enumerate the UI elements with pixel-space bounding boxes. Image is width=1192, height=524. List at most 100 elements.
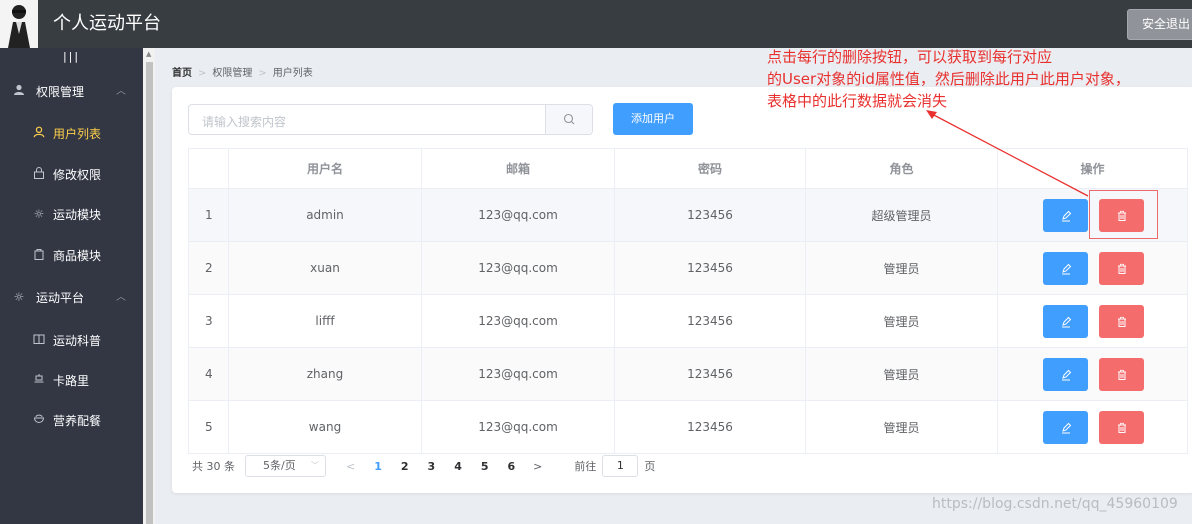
username-cell: wang — [229, 401, 422, 453]
annotation-line: 点击每行的删除按钮，可以获取到每行对应 — [767, 48, 1053, 66]
menu-item-label: 运动科普 — [53, 334, 102, 348]
role-cell: 管理员 — [806, 242, 998, 294]
chevron-up-icon: ︿ — [116, 86, 126, 97]
row-index: 1 — [189, 189, 229, 241]
user-icon — [12, 84, 26, 98]
role-cell: 管理员 — [806, 348, 998, 400]
role-cell: 管理员 — [806, 401, 998, 453]
menu-item-label: 运动模块 — [53, 208, 102, 222]
menu-item-label: 商品模块 — [53, 249, 102, 263]
goto-label: 前往 — [574, 460, 597, 473]
food-icon — [32, 373, 46, 387]
pagination: 共 30 条 5条/页 ﹀ < 1 2 3 4 5 6 > 前往 1 页 — [192, 455, 655, 477]
page-number[interactable]: 4 — [454, 460, 462, 473]
edit-button[interactable] — [1043, 411, 1088, 444]
delete-button[interactable] — [1099, 305, 1144, 338]
menu-group-label: 运动平台 — [36, 291, 85, 305]
annotation-line: 的User对象的id属性值，然后删除此用户此用户对象， — [767, 70, 1130, 88]
page-number[interactable]: 2 — [401, 460, 409, 473]
menu-item-goods-module[interactable]: 商品模块 — [0, 236, 143, 276]
sidebar-toggle[interactable]: ||| — [0, 48, 143, 70]
add-user-button[interactable]: 添加用户 — [613, 103, 693, 135]
trash-icon — [1117, 369, 1126, 380]
menu-item-nutrition[interactable]: 营养配餐 — [0, 401, 143, 441]
delete-button[interactable] — [1099, 358, 1144, 391]
scroll-up-arrow-icon[interactable]: ▲ — [146, 50, 151, 58]
next-page-icon[interactable]: > — [533, 460, 542, 473]
role-cell: 管理员 — [806, 295, 998, 347]
goods-icon — [32, 248, 46, 262]
trash-icon — [1117, 316, 1126, 327]
menu-group-permissions[interactable]: 权限管理 ︿ — [0, 72, 143, 112]
username-cell: admin — [229, 189, 422, 241]
chevron-down-icon: ﹀ — [311, 461, 319, 470]
trash-icon — [1117, 422, 1126, 433]
page-number[interactable]: 3 — [428, 460, 436, 473]
menu-item-sport-science[interactable]: 运动科普 — [0, 321, 143, 361]
email-cell: 123@qq.com — [422, 189, 615, 241]
breadcrumb-separator-icon: > — [198, 68, 207, 79]
column-header: 密码 — [615, 149, 806, 188]
menu-item-label: 卡路里 — [53, 374, 90, 388]
scrollbar-thumb[interactable] — [146, 62, 153, 524]
edit-icon — [1061, 369, 1071, 380]
page-number[interactable]: 6 — [508, 460, 516, 473]
table-row: 3 lifff 123@qq.com 123456 管理员 — [189, 295, 1187, 348]
email-cell: 123@qq.com — [422, 295, 615, 347]
edit-icon — [1061, 316, 1071, 327]
table-row: 4 zhang 123@qq.com 123456 管理员 — [189, 348, 1187, 401]
menu-item-user-list[interactable]: 用户列表 — [0, 114, 143, 154]
edit-button[interactable] — [1043, 305, 1088, 338]
user-table: 用户名 邮箱 密码 角色 操作 1 admin 123@qq.com 12345… — [188, 148, 1188, 454]
username-cell: lifff — [229, 295, 422, 347]
menu-item-label: 用户列表 — [53, 127, 102, 141]
user-outline-icon — [32, 126, 46, 140]
search-icon — [563, 113, 575, 125]
watermark: https://blog.csdn.net/qq_45960109 — [932, 496, 1178, 512]
app-title: 个人运动平台 — [53, 13, 161, 34]
breadcrumb-home[interactable]: 首页 — [172, 68, 192, 79]
username-cell: zhang — [229, 348, 422, 400]
delete-highlight-box — [1089, 190, 1158, 239]
column-header: 操作 — [1080, 162, 1105, 176]
lock-icon — [32, 167, 46, 181]
email-cell: 123@qq.com — [422, 242, 615, 294]
menu-item-calorie[interactable]: 卡路里 — [0, 361, 143, 401]
prev-page-icon[interactable]: < — [346, 460, 355, 473]
menu-item-modify-permission[interactable]: 修改权限 — [0, 155, 143, 195]
table-row: 1 admin 123@qq.com 123456 超级管理员 — [189, 189, 1187, 242]
menu-group-sport-platform[interactable]: ☼ 运动平台 ︿ — [0, 278, 143, 318]
breadcrumb-item: 用户列表 — [272, 68, 313, 79]
menu-item-sport-module[interactable]: ☼ 运动模块 — [0, 195, 143, 235]
annotation-text: 点击每行的删除按钮，可以获取到每行对应 的User对象的id属性值，然后删除此用… — [767, 46, 1130, 112]
logout-button[interactable]: 安全退出 — [1127, 9, 1192, 40]
search-input[interactable]: 请输入搜索内容 — [202, 113, 286, 130]
search-button[interactable] — [545, 105, 592, 134]
actions-cell — [998, 401, 1187, 453]
top-header: 个人运动平台 安全退出 — [0, 0, 1192, 48]
edit-button[interactable] — [1043, 252, 1088, 285]
breadcrumb-separator-icon: > — [258, 68, 267, 79]
column-header: 用户名 — [229, 149, 422, 188]
goto-unit: 页 — [644, 460, 656, 473]
table-header-row: 用户名 邮箱 密码 角色 操作 — [189, 149, 1187, 189]
breadcrumb-item: 权限管理 — [212, 68, 253, 79]
sidebar: ||| 权限管理 ︿ 用户列表 修改权限 ☼ 运动模块 商品模块 ☼ 运动平台 … — [0, 48, 143, 524]
table-row: 5 wang 123@qq.com 123456 管理员 — [189, 401, 1187, 454]
page-number[interactable]: 1 — [374, 460, 382, 473]
search-box[interactable]: 请输入搜索内容 — [188, 104, 593, 135]
delete-button[interactable] — [1099, 411, 1144, 444]
delete-button[interactable] — [1099, 252, 1144, 285]
edit-button[interactable] — [1043, 358, 1088, 391]
menu-item-label: 营养配餐 — [53, 414, 102, 428]
annotation-line: 表格中的此行数据就会消失 — [767, 92, 948, 110]
page-size-select[interactable]: 5条/页 ﹀ — [245, 455, 326, 477]
email-cell: 123@qq.com — [422, 401, 615, 453]
goto-page-input[interactable]: 1 — [602, 455, 639, 477]
row-index: 5 — [189, 401, 229, 453]
page-number[interactable]: 5 — [481, 460, 489, 473]
password-cell: 123456 — [615, 401, 806, 453]
password-cell: 123456 — [615, 348, 806, 400]
edit-icon — [1061, 422, 1071, 433]
edit-button[interactable] — [1043, 199, 1088, 232]
